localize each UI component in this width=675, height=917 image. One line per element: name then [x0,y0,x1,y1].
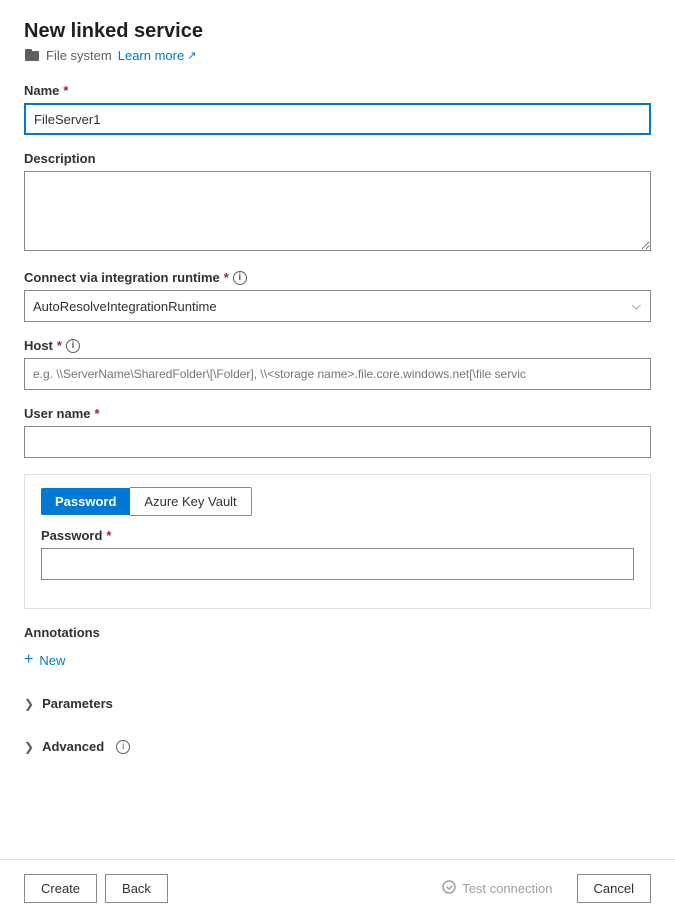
integration-runtime-info-icon[interactable]: i [233,271,247,285]
username-label: User name * [24,406,651,421]
annotations-section: Annotations + New [24,625,651,672]
cancel-button[interactable]: Cancel [577,874,651,903]
password-section: Password Azure Key Vault Password * [24,474,651,609]
description-textarea[interactable] [24,171,651,251]
page-title: New linked service [24,20,651,43]
name-required: * [63,83,68,98]
subtitle-text: File system [46,48,112,63]
integration-runtime-group: Connect via integration runtime * i Auto… [24,270,651,322]
username-group: User name * [24,406,651,458]
username-input[interactable] [24,426,651,458]
footer-right-actions: Test connection Cancel [426,874,651,903]
footer-left-actions: Create Back [24,874,168,903]
new-annotation-button[interactable]: + New [24,648,65,672]
file-system-icon [24,47,40,63]
back-button[interactable]: Back [105,874,168,903]
password-tab-button[interactable]: Password [41,488,130,515]
username-required: * [94,406,99,421]
parameters-chevron-icon: ❯ [24,697,34,711]
host-label: Host * i [24,338,651,353]
create-button[interactable]: Create [24,874,97,903]
plus-icon: + [24,652,33,668]
host-input[interactable] [24,358,651,390]
learn-more-link[interactable]: Learn more ↗ [118,48,197,63]
advanced-chevron-icon: ❯ [24,740,34,754]
host-info-icon[interactable]: i [66,339,80,353]
advanced-collapsible-header[interactable]: ❯ Advanced i [24,731,651,762]
annotations-label: Annotations [24,625,651,640]
footer: Create Back Test connection Cancel [0,859,675,917]
name-group: Name * [24,83,651,135]
test-connection-icon [442,880,456,897]
password-input[interactable] [41,548,634,580]
integration-runtime-required: * [224,270,229,285]
parameters-label: Parameters [42,696,113,711]
password-field-label: Password * [41,528,634,543]
external-link-icon: ↗ [187,49,196,62]
description-label: Description [24,151,651,166]
host-required: * [57,338,62,353]
host-group: Host * i [24,338,651,390]
integration-runtime-select[interactable]: AutoResolveIntegrationRuntime [24,290,651,322]
subtitle-row: File system Learn more ↗ [24,47,651,63]
password-required: * [106,528,111,543]
azure-key-vault-tab-button[interactable]: Azure Key Vault [130,487,251,516]
integration-runtime-label: Connect via integration runtime * i [24,270,651,285]
advanced-label: Advanced [42,739,104,754]
parameters-section: ❯ Parameters [24,688,651,719]
parameters-collapsible-header[interactable]: ❯ Parameters [24,688,651,719]
advanced-info-icon[interactable]: i [116,740,130,754]
test-connection-button[interactable]: Test connection [426,874,568,903]
name-label: Name * [24,83,651,98]
advanced-section: ❯ Advanced i [24,731,651,762]
integration-runtime-select-wrapper: AutoResolveIntegrationRuntime ⌵ [24,290,651,322]
password-tab-group: Password Azure Key Vault [41,487,634,516]
name-input[interactable] [24,103,651,135]
password-field-group: Password * [41,528,634,580]
description-group: Description [24,151,651,254]
